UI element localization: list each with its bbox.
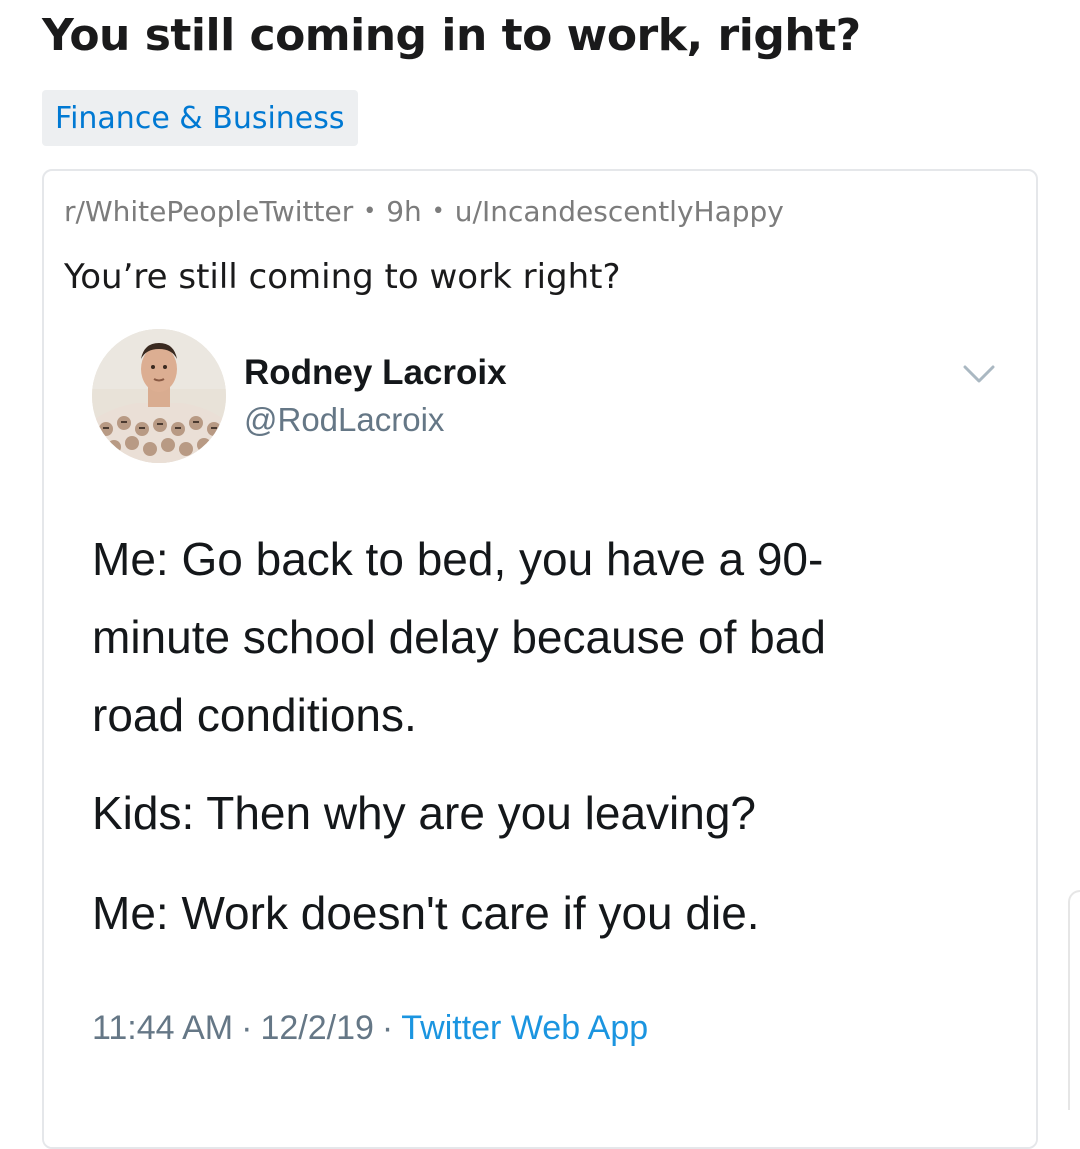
tweet-line: minute school delay because of bad: [92, 611, 826, 663]
tweet-source-link[interactable]: Twitter Web App: [401, 1009, 648, 1047]
tweet-time: 11:44 AM: [92, 1009, 234, 1047]
tweet-author-handle[interactable]: @RodLacroix: [244, 401, 444, 439]
post-flair[interactable]: Finance & Business: [42, 90, 358, 146]
tweet-author-name[interactable]: Rodney Lacroix: [244, 353, 507, 393]
meta-separator: •: [363, 199, 377, 224]
tweet-line: Me: Go back to bed, you have a 90-: [92, 533, 824, 585]
crosspost-age: 9h: [386, 195, 422, 228]
crosspost-title[interactable]: You’re still coming to work right?: [64, 255, 621, 299]
author-avatar: [92, 329, 226, 463]
user-avatar-icon: [92, 329, 226, 463]
footer-separator: ·: [381, 1009, 394, 1047]
post-title: You still coming in to work, right?: [42, 10, 861, 61]
tweet-footer: 11:44 AM · 12/2/19 · Twitter Web App: [92, 1009, 648, 1048]
tweet-date[interactable]: 12/2/19: [260, 1009, 373, 1047]
crosspost-meta: r/WhitePeopleTwitter • 9h • u/Incandesce…: [64, 195, 784, 228]
scrollbar[interactable]: [1068, 890, 1080, 1110]
footer-separator: ·: [241, 1009, 253, 1047]
tweet-line: road conditions.: [92, 689, 417, 741]
tweet-line: Kids: Then why are you leaving?: [92, 787, 756, 839]
crosspost-subreddit-link[interactable]: r/WhitePeopleTwitter: [64, 195, 353, 228]
tweet-line: Me: Work doesn't care if you die.: [92, 887, 760, 939]
meta-separator: •: [431, 199, 445, 224]
crosspost-author-link[interactable]: u/IncandescentlyHappy: [455, 195, 784, 228]
tweet-body: Me: Go back to bed, you have a 90- minut…: [92, 520, 992, 952]
tweet-screenshot[interactable]: Rodney Lacroix @RodLacroix Me: Go back t…: [44, 315, 1036, 1147]
chevron-down-icon[interactable]: [962, 363, 996, 385]
crosspost-card[interactable]: r/WhitePeopleTwitter • 9h • u/Incandesce…: [42, 169, 1038, 1149]
